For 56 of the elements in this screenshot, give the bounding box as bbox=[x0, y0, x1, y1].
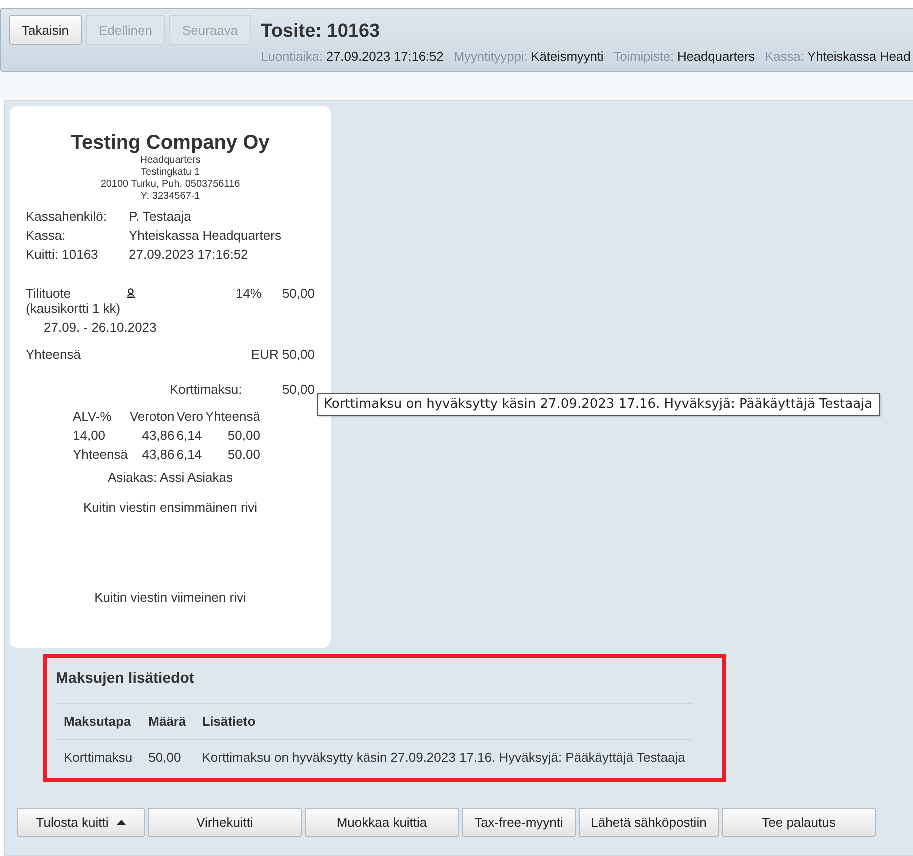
table-cell: 50,00 bbox=[140, 740, 194, 774]
customer-line: Asiakas: Assi Asiakas bbox=[107, 470, 234, 485]
item-vat: 14% bbox=[234, 286, 262, 303]
info-label: Kuitti: 10163 bbox=[26, 246, 100, 264]
item-period: 27.09. - 26.10.2023 bbox=[44, 320, 158, 335]
payment-value: 50,00 bbox=[281, 382, 315, 397]
document-title: Tosite: 10163 bbox=[261, 21, 382, 43]
action-button[interactable]: Lähetä sähköpostiin bbox=[579, 808, 719, 837]
vat-header: Yhteensä bbox=[204, 408, 262, 426]
vat-cell-text: 6,14 bbox=[176, 446, 204, 464]
section-title: Maksujen lisätiedot bbox=[56, 670, 196, 687]
vat-cell-text: 43,86 bbox=[141, 427, 176, 445]
info-value: 27.09.2023 17:16:52 bbox=[129, 246, 250, 264]
action-button[interactable]: Muokkaa kuittia bbox=[305, 808, 459, 837]
address-line: Testingkatu 1 bbox=[140, 167, 201, 179]
total-value: EUR 50,00 bbox=[251, 347, 315, 362]
table-cell: Korttimaksu on hyväksytty käsin 27.09.2023 17.16. Hyväksyjä: Pääkäyttäjä Testaaja bbox=[194, 740, 694, 774]
vat-cell-text: 50,00 bbox=[226, 427, 262, 445]
total-label: Yhteensä bbox=[26, 347, 81, 362]
vat-cell-text: 14,00 bbox=[72, 427, 107, 445]
company-name: Testing Company Oy bbox=[70, 132, 271, 155]
vat-header: Vero bbox=[176, 408, 205, 426]
item-price: 50,00 bbox=[281, 286, 315, 303]
caret-up-icon bbox=[116, 820, 126, 825]
vat-header: ALV-% bbox=[72, 408, 113, 426]
address-line: Y: 3234567-1 bbox=[140, 191, 202, 203]
column-header: Määrä bbox=[140, 704, 194, 740]
item-name: Tilituote (kausikortti 1 kk) bbox=[26, 286, 122, 316]
action-button[interactable]: Virhekuitti bbox=[148, 808, 302, 837]
info-label: Kassahenkilö: bbox=[26, 208, 108, 226]
meta-field: Toimipiste: Headquarters bbox=[614, 49, 756, 64]
vat-cell-text: 43,86 bbox=[141, 446, 176, 464]
address-line: 20100 Turku, Puh. 0503756116 bbox=[100, 179, 242, 191]
info-value: P. Testaaja bbox=[129, 208, 192, 226]
action-button[interactable]: Tax-free-myynti bbox=[462, 808, 576, 837]
meta-field: Luontiaika: 27.09.2023 17:16:52 bbox=[261, 49, 444, 64]
vat-cell-text: 50,00 bbox=[226, 446, 262, 464]
action-button[interactable]: Tee palautus bbox=[722, 808, 876, 837]
message-line: Kuitin viestin ensimmäinen rivi bbox=[82, 500, 259, 515]
address-line: Headquarters bbox=[139, 155, 202, 167]
payment-label: Korttimaksu: bbox=[170, 382, 244, 397]
vat-cell-text: 6,14 bbox=[176, 427, 204, 445]
person-icon bbox=[126, 288, 136, 298]
info-value: Yhteiskassa Headquarters bbox=[129, 227, 282, 245]
meta-field: Kassa: Yhteiskassa Head bbox=[765, 49, 911, 64]
vat-header: Veroton bbox=[128, 408, 176, 426]
message-line: Kuitin viestin viimeinen rivi bbox=[94, 590, 248, 605]
tooltip: Korttimaksu on hyväksytty käsin 27.09.2023 17.16. Hyväksyjä: Pääkäyttäjä Testaaja bbox=[317, 393, 880, 416]
vat-cell-text: Yhteensä bbox=[72, 446, 129, 464]
nav-button[interactable]: Takaisin bbox=[9, 15, 82, 45]
column-header: Lisätieto bbox=[194, 704, 694, 740]
table-cell: Korttimaksu bbox=[56, 740, 141, 774]
column-header: Maksutapa bbox=[56, 704, 141, 740]
action-button[interactable]: Tulosta kuitti bbox=[17, 808, 145, 837]
meta-field: Myyntityyppi: Käteismyynti bbox=[454, 49, 604, 64]
info-label: Kassa: bbox=[26, 227, 67, 245]
